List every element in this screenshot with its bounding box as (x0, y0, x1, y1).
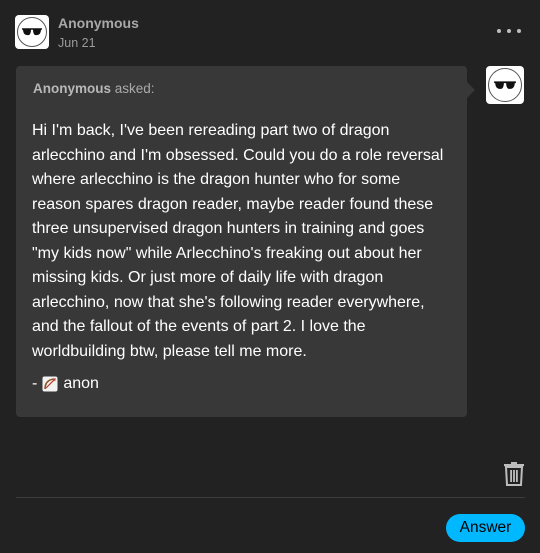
ellipsis-icon (517, 29, 521, 33)
signoff: - anon (32, 375, 99, 393)
question-line: "my kids now" while Arlecchino's freakin… (32, 244, 422, 262)
ellipsis-icon (507, 29, 511, 33)
delete-button[interactable] (503, 462, 525, 486)
asker-line: Anonymous asked: (33, 81, 155, 96)
question-line: worldbuilding btw, please tell me more. (32, 342, 307, 360)
signoff-text: anon (63, 375, 99, 392)
asker-name: Anonymous (33, 81, 112, 96)
ask-bubble: Anonymous asked: Hi I'm back, I've been … (16, 66, 475, 417)
asker-avatar (486, 66, 524, 104)
question-line: where arlecchino is the dragon hunter wh… (32, 171, 401, 188)
question-line: three unsupervised dragon hunters in tra… (32, 220, 425, 237)
bow-and-arrow-icon (42, 376, 58, 392)
author-name[interactable]: Anonymous (58, 15, 139, 31)
signoff-dash: - (32, 375, 38, 392)
question-line: arlecchino and I'm obsessed. Could you d… (32, 146, 444, 164)
question-text: Hi I'm back, I've been rereading part tw… (32, 119, 452, 364)
question-line: arlecchino, now that she's following rea… (32, 293, 425, 311)
ellipsis-icon (497, 29, 501, 33)
trash-icon (504, 462, 524, 486)
answer-button[interactable]: Answer (446, 514, 525, 542)
more-options-button[interactable] (497, 24, 521, 38)
question-line: missing kids. Or just more of daily life… (32, 269, 384, 286)
author-avatar[interactable] (15, 15, 49, 49)
sunglasses-face-icon (17, 17, 47, 47)
post-date: Jun 21 (58, 36, 96, 50)
sunglasses-face-icon (488, 68, 522, 102)
question-line: and the fallout of the events of part 2.… (32, 318, 366, 335)
question-line: Hi I'm back, I've been rereading part tw… (32, 122, 390, 139)
asked-label: asked: (111, 81, 155, 96)
question-line: reason spares dragon reader, maybe reade… (32, 195, 434, 213)
divider (16, 497, 525, 498)
